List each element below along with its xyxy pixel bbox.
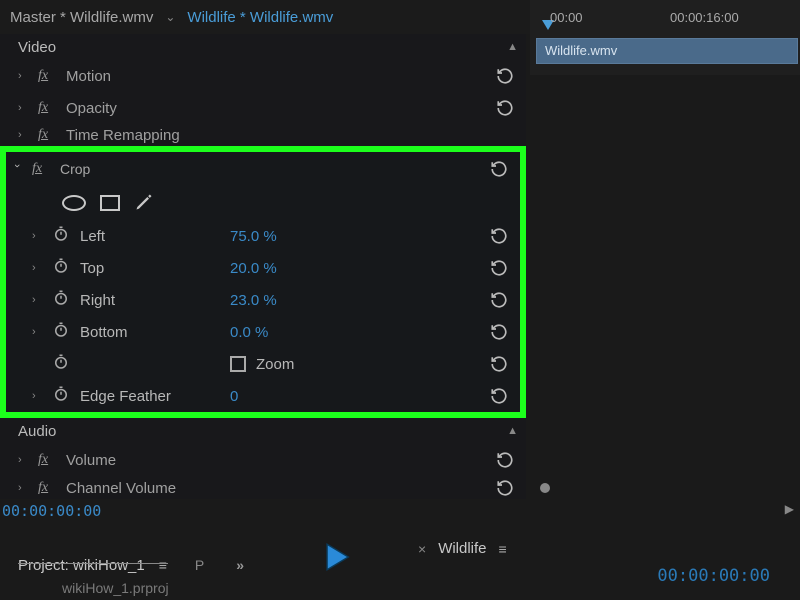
reset-button[interactable] [490, 291, 508, 309]
chevron-right-icon[interactable]: › [18, 129, 28, 141]
param-zoom: › Zoom [6, 348, 520, 380]
effect-label: Motion [66, 68, 111, 85]
chevron-down-icon[interactable]: ⌄ [165, 10, 175, 24]
timeline[interactable]: 00:00 00:00:16:00 Wildlife.wmv [530, 0, 800, 75]
param-value[interactable]: 20.0 % [230, 260, 277, 277]
current-timecode[interactable]: 00:00:00:00 [2, 502, 101, 520]
param-value[interactable]: 0.0 % [230, 324, 268, 341]
effect-motion[interactable]: › fx Motion [0, 60, 526, 92]
overflow-chevron-icon[interactable]: » [236, 557, 244, 573]
effect-label: Opacity [66, 100, 117, 117]
reset-button[interactable] [490, 160, 508, 178]
param-label: Right [80, 292, 220, 309]
effect-volume[interactable]: › fx Volume [0, 444, 526, 476]
triangle-up-icon[interactable]: ▲ [507, 41, 518, 53]
fx-icon[interactable]: fx [38, 68, 56, 84]
param-value[interactable]: 75.0 % [230, 228, 277, 245]
zoom-checkbox[interactable] [230, 356, 246, 372]
forward-arrow-icon[interactable]: ▶ [785, 502, 794, 516]
fx-icon[interactable]: fx [38, 480, 56, 496]
param-top: › Top 20.0 % [6, 252, 520, 284]
stopwatch-icon[interactable] [52, 257, 70, 279]
zoom-label: Zoom [256, 356, 294, 373]
panel-title[interactable]: Project: wikiHow_1 [18, 557, 145, 574]
chevron-down-icon[interactable]: › [11, 164, 23, 174]
chevron-right-icon[interactable]: › [18, 482, 28, 494]
ellipse-mask-button[interactable] [62, 195, 86, 211]
panel-menu-icon[interactable]: ≡ [159, 557, 167, 573]
fx-icon[interactable]: fx [38, 452, 56, 468]
reset-button[interactable] [490, 227, 508, 245]
timeline-tick: 00:00:16:00 [670, 10, 739, 25]
stopwatch-icon[interactable] [52, 289, 70, 311]
pen-tool-icon[interactable] [134, 192, 154, 215]
effect-time-remapping[interactable]: › fx Time Remapping [0, 124, 526, 146]
panel-menu-icon[interactable]: ≡ [499, 541, 507, 557]
fx-icon[interactable]: fx [38, 127, 56, 143]
source-panel[interactable]: × Wildlife ≡ [400, 530, 800, 567]
reset-button[interactable] [496, 67, 514, 85]
param-edge-feather: › Edge Feather 0 [6, 380, 520, 412]
play-cursor-icon [320, 540, 354, 577]
chevron-right-icon[interactable]: › [18, 454, 28, 466]
active-clip-name[interactable]: Wildlife * Wildlife.wmv [187, 9, 333, 26]
timeline-tick: 00:00 [550, 10, 583, 25]
chevron-right-icon[interactable]: › [32, 230, 42, 242]
timeline-clip[interactable]: Wildlife.wmv [536, 38, 798, 64]
effect-label: Time Remapping [66, 127, 180, 144]
section-label: Audio [18, 423, 56, 440]
effect-crop[interactable]: › fx Crop [6, 152, 520, 186]
effect-label: Volume [66, 452, 116, 469]
reset-button[interactable] [496, 451, 514, 469]
param-bottom: › Bottom 0.0 % [6, 316, 520, 348]
master-clip-name[interactable]: Master * Wildlife.wmv [10, 9, 153, 26]
param-label: Edge Feather [80, 388, 220, 405]
param-label: Bottom [80, 324, 220, 341]
mask-shape-row [6, 186, 520, 220]
param-left: › Left 75.0 % [6, 220, 520, 252]
chevron-right-icon[interactable]: › [32, 326, 42, 338]
param-label: Left [80, 228, 220, 245]
effect-channel-volume[interactable]: › fx Channel Volume [0, 476, 526, 500]
panel-title[interactable]: Wildlife [438, 540, 486, 557]
reset-button[interactable] [496, 99, 514, 117]
param-value[interactable]: 0 [230, 388, 238, 405]
reset-button[interactable] [496, 479, 514, 497]
section-label: Video [18, 39, 56, 56]
reset-button[interactable] [490, 259, 508, 277]
source-timecode[interactable]: 00:00:00:00 [657, 566, 770, 586]
chevron-right-icon[interactable]: › [18, 70, 28, 82]
project-file-name[interactable]: wikiHow_1.prproj [62, 580, 169, 596]
stopwatch-icon[interactable] [52, 385, 70, 407]
scroll-thumb[interactable] [540, 483, 550, 493]
fx-icon[interactable]: fx [38, 100, 56, 116]
effect-controls-panel: Video ▲ › fx Motion › fx Opacity › fx Ti… [0, 34, 526, 499]
section-video[interactable]: Video ▲ [0, 34, 526, 60]
letter-indicator: P [195, 557, 204, 573]
param-right: › Right 23.0 % [6, 284, 520, 316]
tab-underline [18, 563, 168, 564]
reset-button[interactable] [490, 355, 508, 373]
section-audio[interactable]: Audio ▲ [0, 418, 526, 444]
effect-label: Channel Volume [66, 480, 176, 497]
stopwatch-icon[interactable] [52, 353, 70, 375]
stopwatch-icon[interactable] [52, 225, 70, 247]
effect-opacity[interactable]: › fx Opacity [0, 92, 526, 124]
param-label: Top [80, 260, 220, 277]
chevron-right-icon[interactable]: › [18, 102, 28, 114]
effect-label: Crop [60, 161, 90, 177]
fx-icon[interactable]: fx [32, 161, 50, 177]
chevron-right-icon[interactable]: › [32, 262, 42, 274]
reset-button[interactable] [490, 387, 508, 405]
chevron-right-icon[interactable]: › [32, 294, 42, 306]
close-icon[interactable]: × [418, 541, 426, 557]
reset-button[interactable] [490, 323, 508, 341]
triangle-up-icon[interactable]: ▲ [507, 425, 518, 437]
rectangle-mask-button[interactable] [100, 195, 120, 211]
chevron-right-icon[interactable]: › [32, 390, 42, 402]
param-value[interactable]: 23.0 % [230, 292, 277, 309]
stopwatch-icon[interactable] [52, 321, 70, 343]
effect-crop-highlight: › fx Crop › Left 75.0 % › Top 20.0 % [0, 146, 526, 418]
